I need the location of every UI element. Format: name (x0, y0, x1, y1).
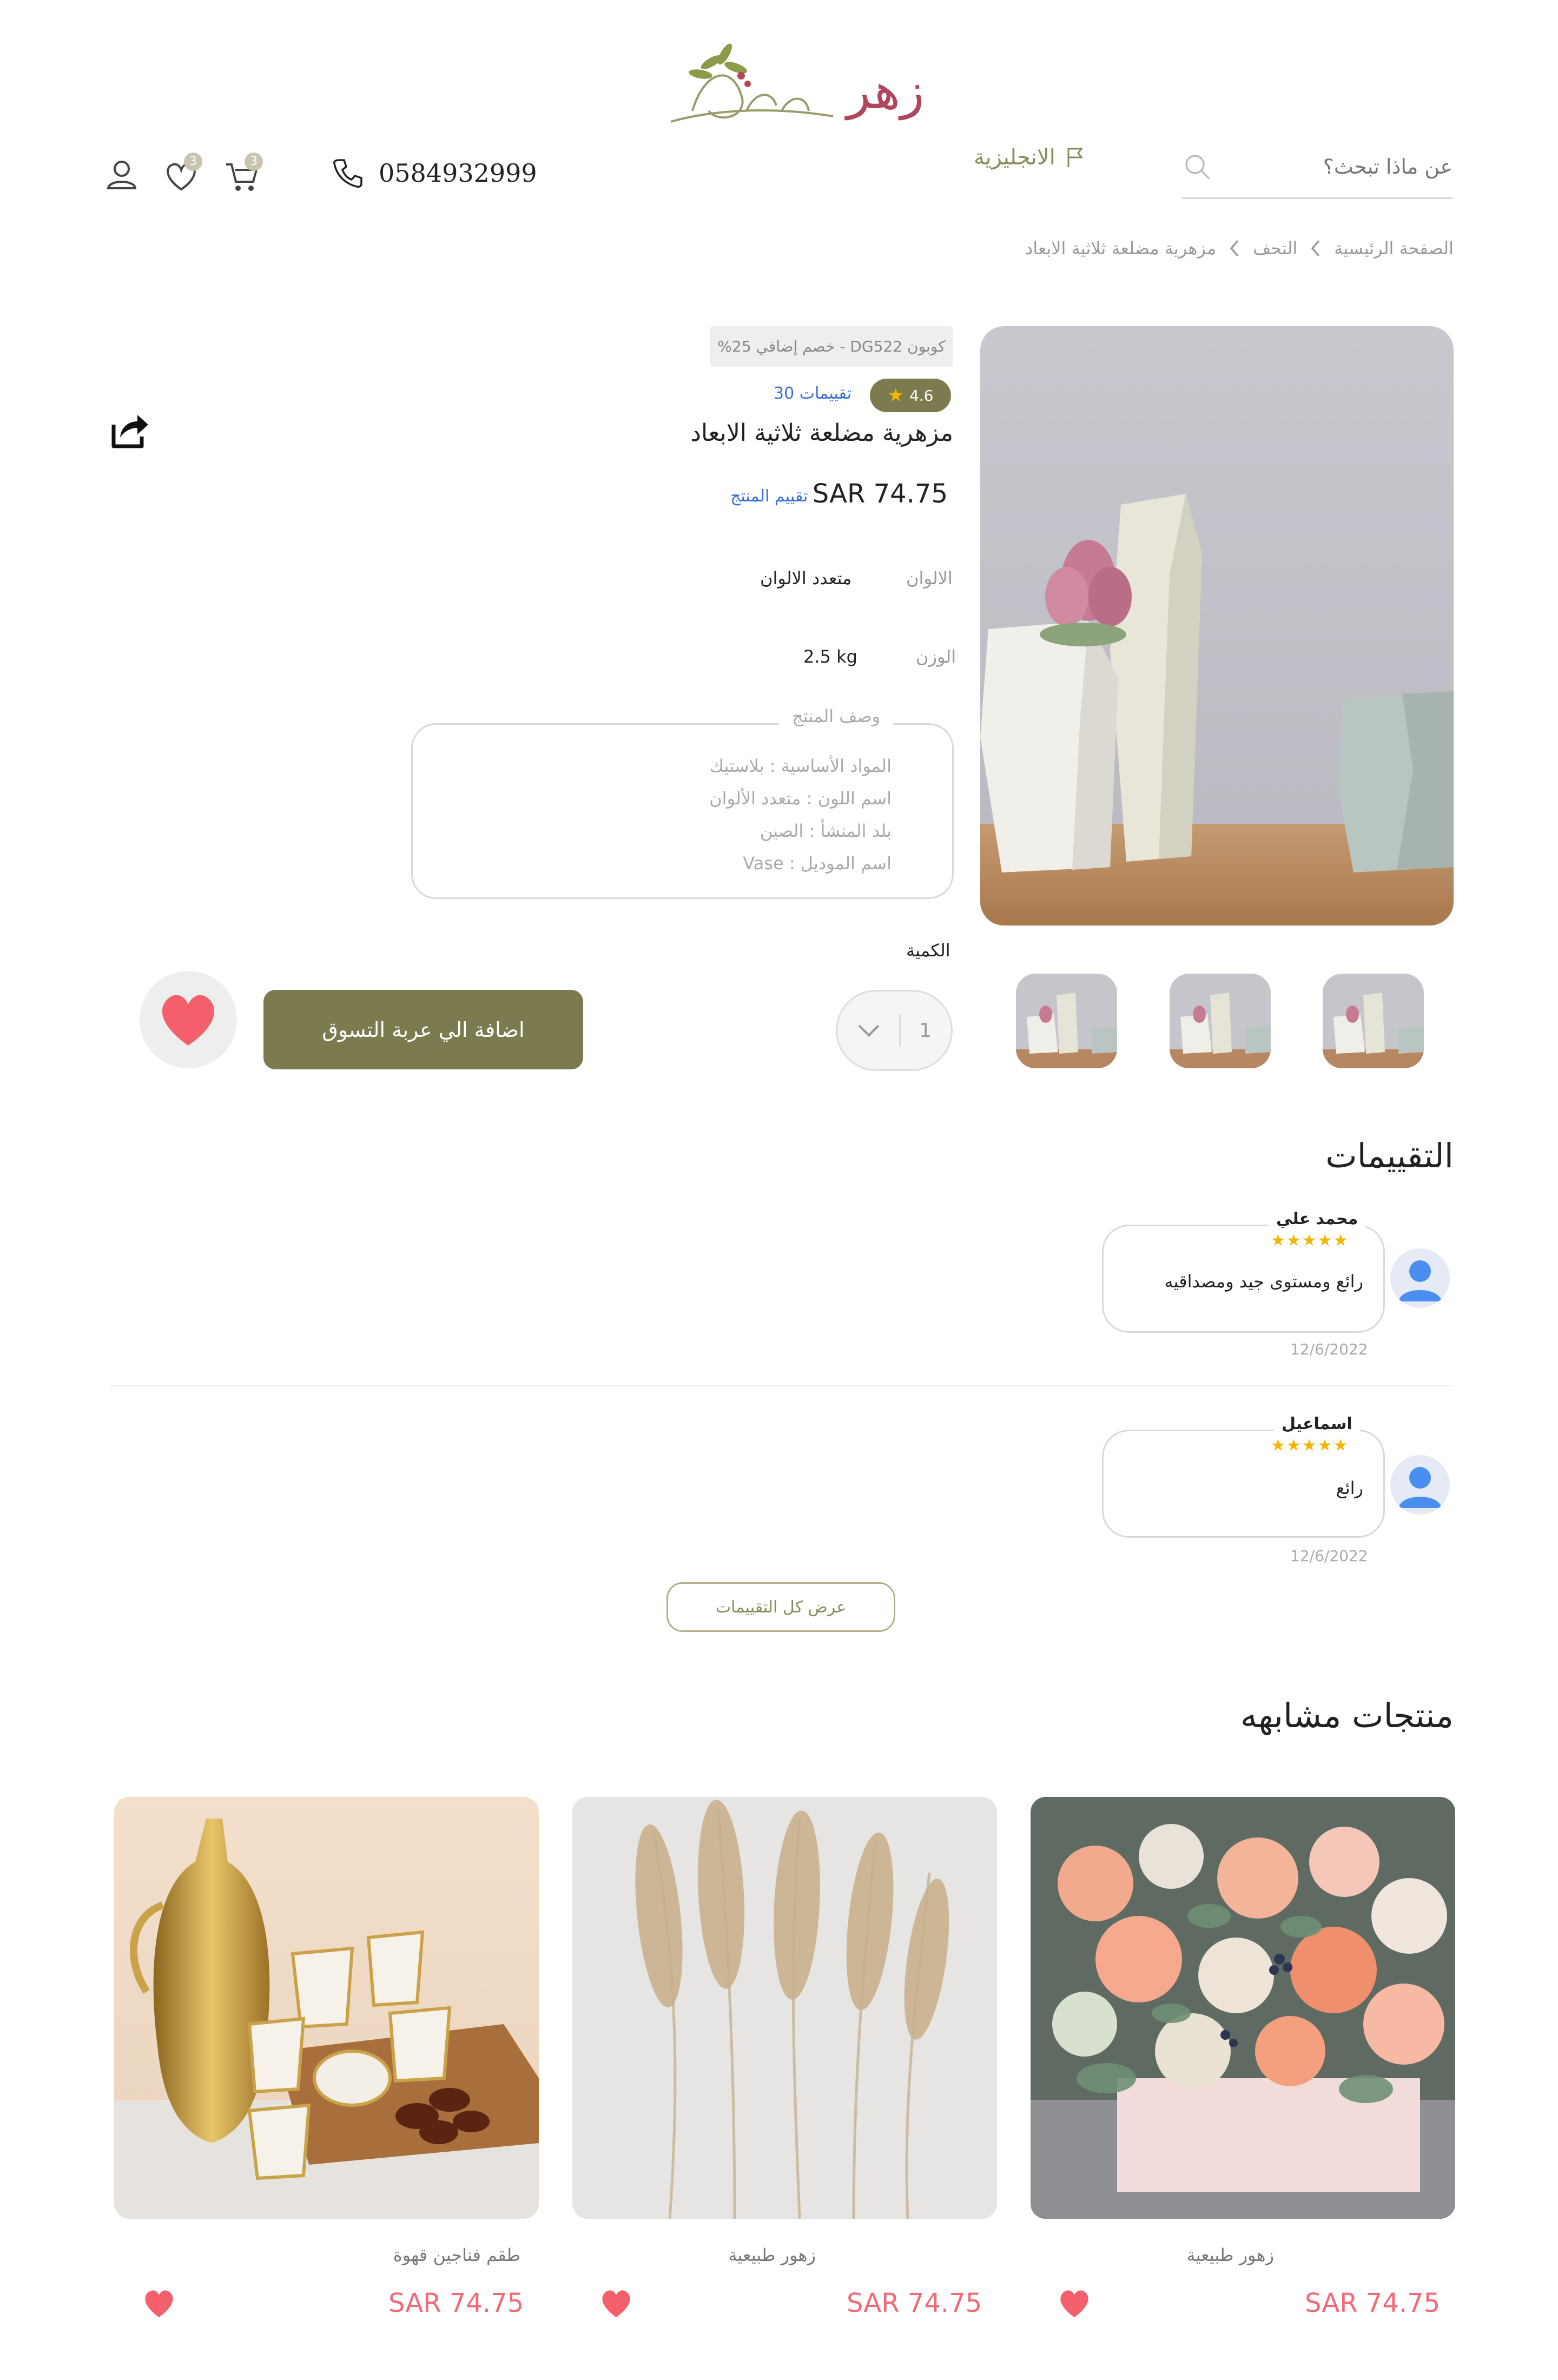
product-card-price: SAR 74.75 (388, 2288, 524, 2318)
weight-label: الوزن (916, 646, 956, 667)
card-wishlist-button[interactable] (1058, 2288, 1091, 2318)
add-to-wishlist-button[interactable] (140, 971, 237, 1068)
account-icon[interactable] (103, 157, 141, 197)
product-thumbnail[interactable] (1170, 974, 1271, 1068)
star-icon: ★ (887, 385, 904, 406)
reviews-title: التقييمات (1325, 1136, 1454, 1175)
review-date: 12/6/2022 (1290, 1547, 1368, 1565)
share-icon[interactable] (108, 408, 151, 452)
stepper-divider (899, 1014, 901, 1047)
add-to-cart-button[interactable]: اضافة الي عربة التسوق (263, 990, 583, 1069)
colors-label: الالوان (906, 568, 953, 589)
product-card-name[interactable]: طقم فناجين قهوة (393, 2245, 520, 2265)
colors-value: متعدد الالوان (760, 568, 852, 589)
product-card-image[interactable] (114, 1797, 539, 2219)
phone-number: 0584932999 (379, 158, 537, 188)
product-card-name[interactable]: زهور طبيعية (728, 2245, 816, 2265)
breadcrumb: الصفحة الرئيسية التحف مزهرية مضلعة ثلاثي… (1025, 238, 1454, 259)
search-icon[interactable] (1182, 151, 1212, 182)
product-title: مزهرية مضلعة ثلاثية الابعاد (690, 419, 953, 447)
search-input[interactable] (1247, 154, 1453, 178)
rating-badge: ★ 4.6 (870, 379, 951, 412)
logo[interactable]: زهر (660, 30, 925, 143)
flag-icon (1067, 148, 1083, 167)
similar-products-title: منتجات مشابهه (1240, 1696, 1454, 1735)
chevron-left-icon (1311, 240, 1320, 257)
product-main-image[interactable] (980, 326, 1454, 925)
review-text: رائع (1336, 1478, 1363, 1498)
breadcrumb-category[interactable]: التحف (1253, 238, 1297, 259)
review-date: 12/6/2022 (1290, 1340, 1368, 1358)
rating-value: 4.6 (909, 386, 934, 405)
weight-value: 2.5 kg (803, 646, 857, 667)
product-card-image[interactable] (1031, 1797, 1455, 2219)
product-card-price: SAR 74.75 (847, 2288, 982, 2318)
heart-icon (602, 2290, 630, 2317)
search-bar[interactable] (1182, 135, 1453, 199)
chevron-down-icon[interactable] (857, 1022, 881, 1039)
language-label: الانجليزية (974, 145, 1055, 170)
description-line: اسم الموديل : Vase (743, 853, 892, 874)
product-card-name[interactable]: زهور طبيعية (1186, 2245, 1274, 2265)
review-stars: ★★★★★ (1263, 1436, 1357, 1455)
breadcrumb-current: مزهرية مضلعة ثلاثية الابعاد (1025, 238, 1217, 259)
description-line: المواد الأساسية : بلاستيك (709, 756, 892, 776)
heart-icon (1060, 2290, 1088, 2317)
product-price: SAR 74.75 (812, 479, 948, 509)
review-divider (110, 1385, 1454, 1386)
phone-contact[interactable]: 0584932999 (331, 157, 537, 189)
review-author: محمد علي (1269, 1209, 1366, 1228)
view-all-reviews-button[interactable]: عرض كل التقييمات (666, 1582, 895, 1632)
description-line: بلد المنشأ : الصين (760, 821, 892, 841)
card-wishlist-button[interactable] (599, 2288, 633, 2318)
avatar (1390, 1248, 1450, 1308)
description-title: وصف المنتج (779, 706, 894, 726)
logo-text: زهر (847, 62, 925, 120)
card-wishlist-button[interactable] (142, 2288, 176, 2318)
cart-button[interactable]: 3 (223, 153, 263, 197)
quantity-label: الكمية (906, 940, 950, 961)
rate-product-link[interactable]: تقييم المنتج (730, 487, 808, 506)
wishlist-count-badge: 3 (184, 153, 202, 171)
user-avatar-icon (1398, 1260, 1442, 1301)
review-author: اسماعيل (1274, 1414, 1360, 1433)
heart-icon (162, 995, 215, 1046)
avatar (1390, 1455, 1450, 1515)
product-card-image[interactable] (572, 1797, 997, 2219)
review-stars: ★★★★★ (1263, 1231, 1357, 1250)
product-thumbnail[interactable] (1323, 974, 1424, 1068)
review-text: رائع ومستوى جيد ومصداقيه (1164, 1271, 1363, 1292)
product-thumbnail[interactable] (1016, 974, 1117, 1068)
quantity-value[interactable]: 1 (919, 1020, 932, 1042)
description-line: اسم اللون : متعدد الألوان (709, 788, 892, 809)
phone-icon (333, 159, 362, 188)
chevron-left-icon (1230, 240, 1239, 257)
product-card-price: SAR 74.75 (1305, 2288, 1441, 2318)
wishlist-button[interactable]: 3 (162, 153, 202, 197)
reviews-count-link[interactable]: 30 تقييمات (774, 384, 851, 403)
quantity-stepper[interactable]: 1 (836, 990, 953, 1071)
cart-count-badge: 3 (245, 153, 263, 171)
heart-icon (145, 2290, 173, 2317)
coupon-banner: كوبون DG522 - خصم إضافي 25% (710, 326, 953, 367)
user-avatar-icon (1398, 1467, 1442, 1508)
language-switcher[interactable]: الانجليزية (974, 145, 1086, 170)
breadcrumb-home[interactable]: الصفحة الرئيسية (1334, 238, 1454, 259)
